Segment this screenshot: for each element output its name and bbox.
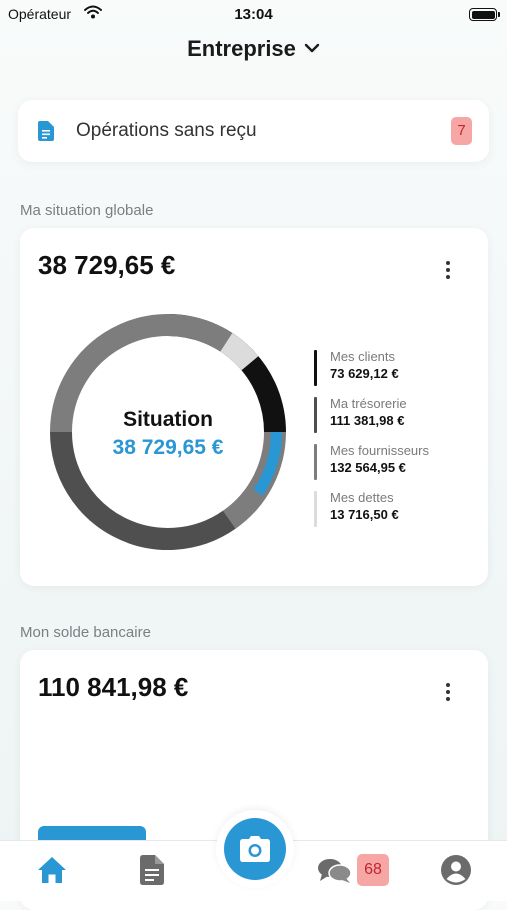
donut-center-title: Situation: [123, 408, 213, 431]
home-icon: [37, 857, 67, 888]
legend-value: 132 564,95 €: [330, 460, 406, 475]
legend-label: Ma trésorerie: [330, 396, 407, 411]
tab-documents[interactable]: [140, 855, 164, 890]
receipts-label: Opérations sans reçu: [76, 120, 257, 141]
situation-total: 38 729,65 €: [38, 250, 176, 280]
messages-count-badge: 68: [357, 854, 389, 886]
profile-icon: [441, 855, 471, 889]
bank-section-label: Mon solde bancaire: [20, 624, 151, 641]
camera-button[interactable]: [224, 818, 286, 880]
company-selector[interactable]: Entreprise: [187, 36, 320, 62]
chat-icon: [318, 859, 352, 888]
legend-swatch: [314, 491, 317, 527]
camera-icon: [240, 836, 270, 862]
bank-total: 110 841,98 €: [38, 672, 189, 702]
legend-value: 111 381,98 €: [330, 413, 405, 428]
header: Entreprise: [0, 36, 507, 72]
receipts-card[interactable]: Opérations sans reçu 7: [18, 100, 489, 162]
legend-item-clients: Mes clients 73 629,12 €: [314, 348, 429, 395]
situation-card: 38 729,65 € Situation 38 729,65 € Mes cl…: [20, 228, 488, 586]
legend-label: Mes fournisseurs: [330, 443, 429, 458]
legend-value: 13 716,50 €: [330, 507, 399, 522]
chevron-down-icon: [304, 40, 320, 58]
legend-swatch: [314, 444, 317, 480]
status-bar: Opérateur 13:04: [0, 0, 507, 30]
legend-item-tresorerie: Ma trésorerie 111 381,98 €: [314, 395, 429, 442]
legend-swatch: [314, 397, 317, 433]
document-icon: [38, 121, 54, 146]
situation-section-label: Ma situation globale: [20, 202, 154, 219]
legend-swatch: [314, 350, 317, 386]
receipts-count-badge: 7: [451, 117, 472, 145]
tab-messages[interactable]: [318, 858, 352, 889]
bank-more-icon[interactable]: [445, 683, 451, 703]
legend-item-dettes: Mes dettes 13 716,50 €: [314, 489, 429, 536]
situation-more-icon[interactable]: [445, 261, 451, 281]
document-icon: [140, 855, 164, 889]
legend-label: Mes clients: [330, 349, 396, 364]
donut-center: Situation 38 729,65 €: [48, 408, 288, 460]
legend-value: 73 629,12 €: [330, 366, 399, 381]
donut-center-value: 38 729,65 €: [112, 436, 224, 459]
legend-label: Mes dettes: [330, 490, 394, 505]
tab-profile[interactable]: [441, 855, 471, 890]
legend-item-fournisseurs: Mes fournisseurs 132 564,95 €: [314, 442, 429, 489]
battery-icon: [469, 8, 500, 21]
donut-segment-dettes: [219, 333, 259, 371]
situation-legend: Mes clients 73 629,12 € Ma trésorerie 11…: [314, 348, 429, 536]
tab-home[interactable]: [37, 856, 67, 889]
clock: 13:04: [234, 6, 273, 23]
page-title: Entreprise: [187, 36, 296, 61]
